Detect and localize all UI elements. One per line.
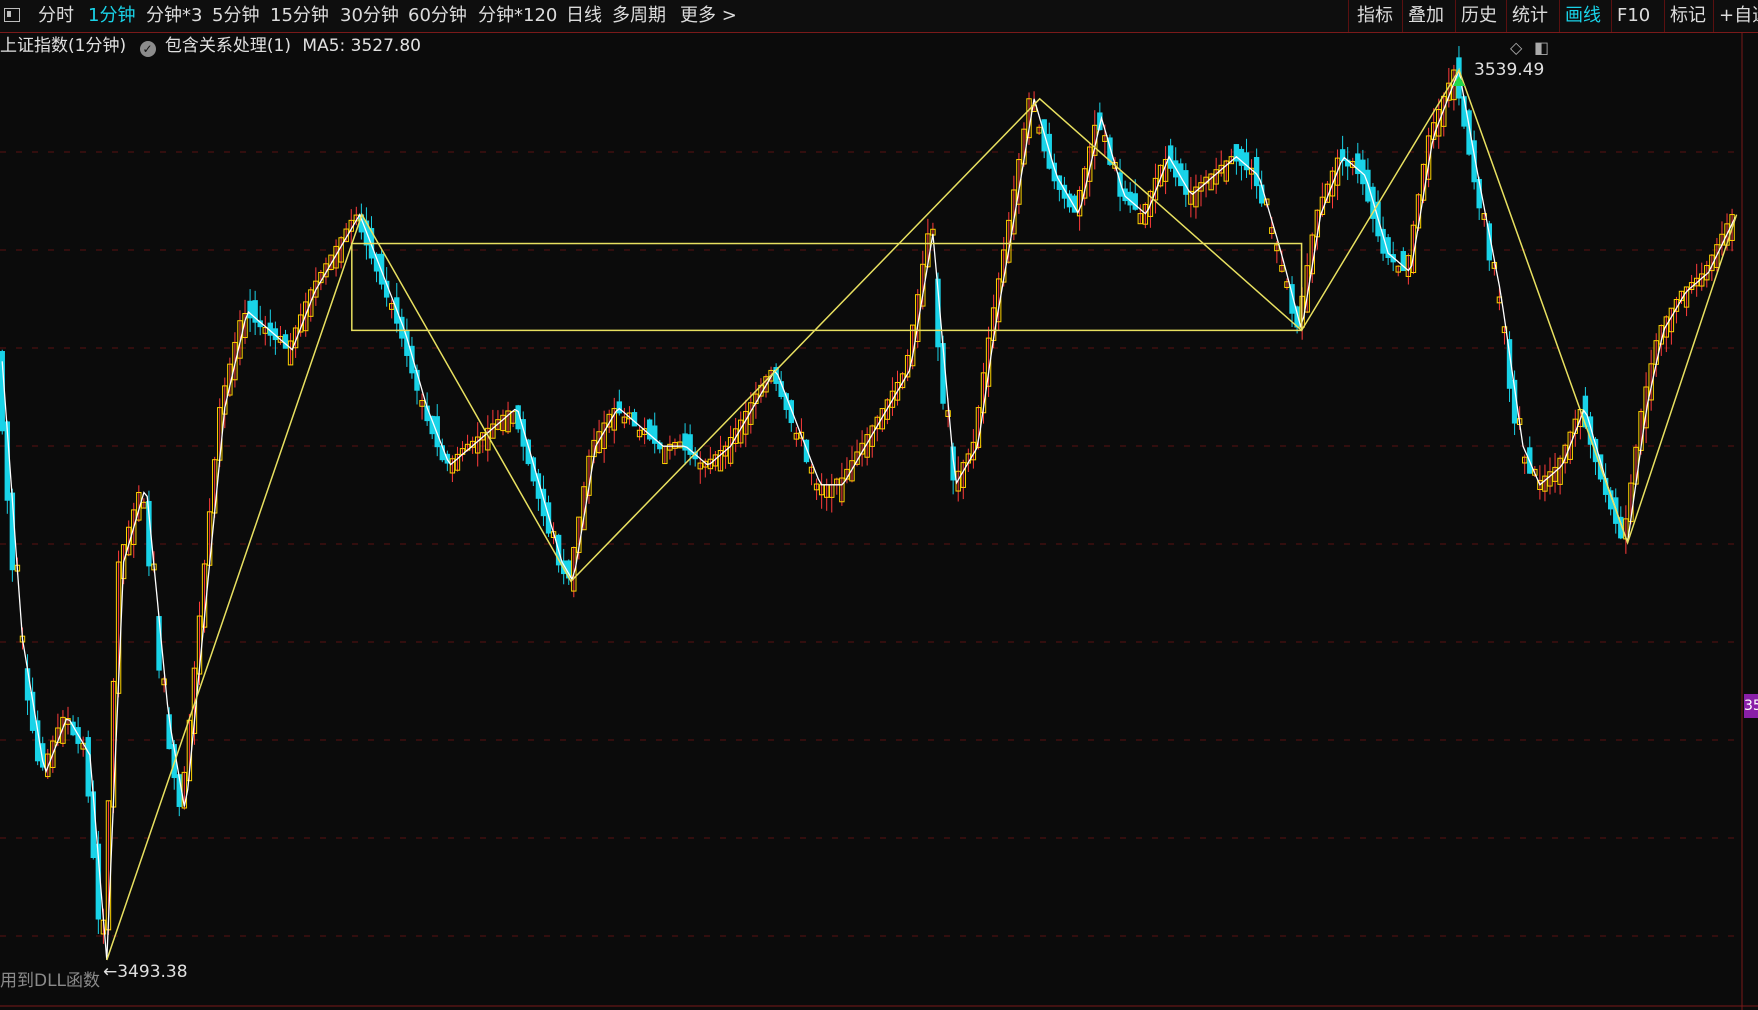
ma5-line (1, 67, 1737, 961)
panel-toggle-icon[interactable] (4, 8, 20, 22)
period-tab-3[interactable]: 5分钟 (212, 4, 259, 28)
toolbar-divider (1348, 0, 1349, 32)
toolbar-divider (1455, 0, 1456, 32)
candle-body (282, 334, 289, 349)
period-tab-6[interactable]: 60分钟 (408, 4, 467, 28)
kline-chart[interactable] (0, 32, 1758, 1010)
tool-button-5[interactable]: F10 (1617, 4, 1650, 28)
tool-button-2[interactable]: 历史 (1461, 4, 1497, 28)
zigzag-line (106, 68, 1738, 961)
dll-notice: 用到DLL函数 (0, 971, 101, 991)
toolbar-divider (1611, 0, 1612, 32)
candle-body (378, 253, 385, 285)
period-toolbar: 分时 1分钟 分钟*3 5分钟 15分钟 30分钟 60分钟 分钟*120 日线 多周期 更多 > 指… (0, 0, 1758, 33)
period-tab-4[interactable]: 15分钟 (270, 4, 329, 28)
candle-body (631, 412, 638, 427)
period-tab-0[interactable]: 分时 (38, 4, 74, 28)
candle-body (434, 416, 440, 448)
low-price-label: ←3493.38 (103, 962, 188, 982)
candle-body (85, 737, 91, 797)
high-price-label: 3539.49 (1474, 60, 1545, 80)
period-tab-2[interactable]: 分钟*3 (146, 4, 202, 28)
tool-button-6[interactable]: 标记 (1670, 4, 1706, 28)
candle-body (616, 401, 623, 414)
period-tab-7[interactable]: 分钟*120 (478, 4, 557, 28)
tool-button-1[interactable]: 叠加 (1408, 4, 1444, 28)
tool-button-3[interactable]: 统计 (1512, 4, 1548, 28)
tool-button-0[interactable]: 指标 (1357, 4, 1393, 28)
period-tab-9[interactable]: 多周期 (612, 4, 666, 28)
period-tab-5[interactable]: 30分钟 (340, 4, 399, 28)
candle-body (1253, 156, 1260, 187)
current-price-tag: 35 (1744, 694, 1758, 718)
toolbar-divider (1402, 0, 1403, 32)
tool-button-7[interactable]: +自选 (1719, 4, 1758, 28)
toolbar-divider (1664, 0, 1665, 32)
toolbar-divider (1506, 0, 1507, 32)
tool-button-4[interactable]: 画线 (1565, 4, 1601, 28)
period-tab-1[interactable]: 1分钟 (88, 4, 135, 28)
period-tab-8[interactable]: 日线 (566, 4, 602, 28)
toolbar-divider (1713, 0, 1714, 32)
toolbar-divider (1559, 0, 1560, 32)
period-tab-10[interactable]: 更多 > (680, 4, 737, 28)
